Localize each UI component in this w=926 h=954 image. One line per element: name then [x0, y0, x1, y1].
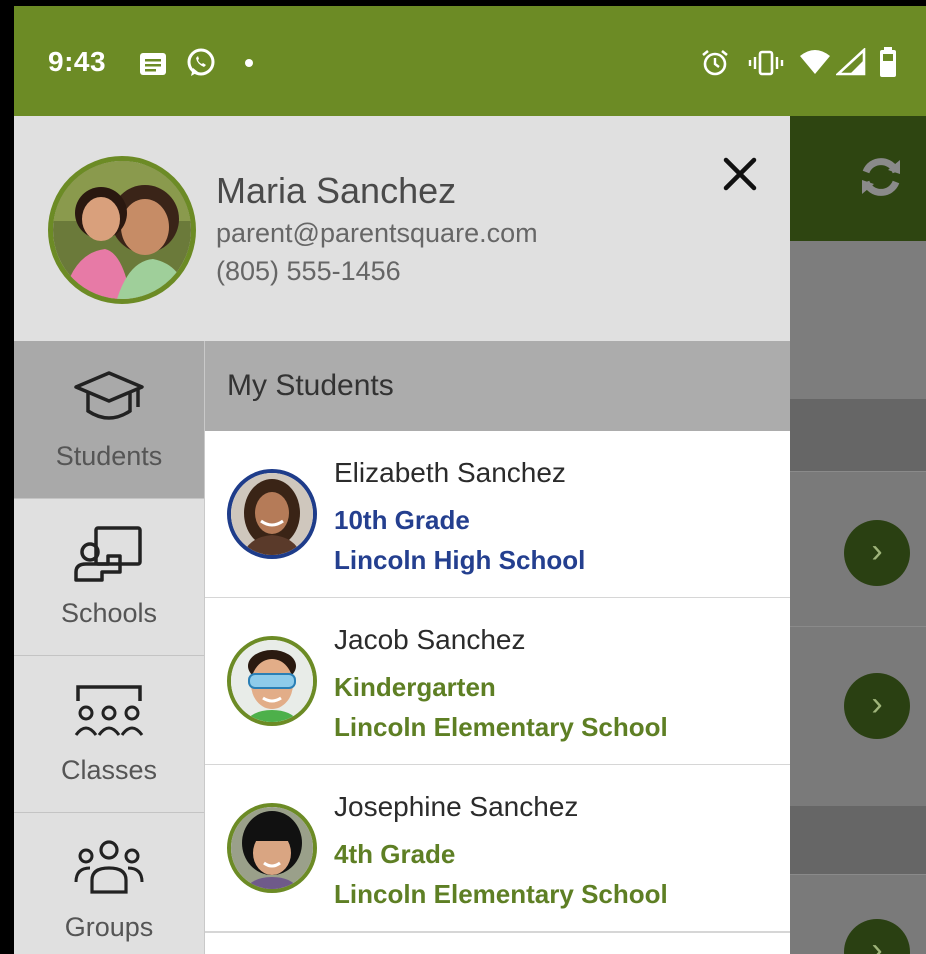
student-row[interactable]: Elizabeth Sanchez 10th Grade Lincoln Hig… — [205, 431, 790, 598]
side-tab-bar: Students Schools Classes Groups — [14, 341, 205, 954]
background-band — [790, 241, 926, 399]
student-avatar — [227, 469, 317, 559]
student-school: Lincoln Elementary School — [334, 879, 668, 909]
student-row[interactable]: Jacob Sanchez Kindergarten Lincoln Eleme… — [205, 598, 790, 765]
background-band — [790, 399, 926, 471]
tab-students[interactable]: Students — [14, 341, 204, 499]
background-band — [790, 806, 926, 874]
whatsapp-icon — [187, 48, 215, 76]
phone-screen: 9:43 › › › Maria Sanchez parent@parentsq… — [14, 6, 926, 954]
navigation-drawer: Maria Sanchez parent@parentsquare.com (8… — [14, 116, 790, 954]
chevron-right-icon[interactable]: › — [844, 919, 910, 954]
list-header: My Students — [205, 341, 790, 431]
profile-email: parent@parentsquare.com — [216, 218, 538, 248]
classroom-icon — [74, 685, 144, 736]
student-avatar — [227, 803, 317, 893]
wifi-icon — [800, 50, 830, 74]
student-name: Josephine Sanchez — [334, 791, 579, 822]
student-grade: Kindergarten — [334, 672, 496, 702]
teacher-board-icon — [74, 526, 142, 582]
profile-name: Maria Sanchez — [216, 170, 457, 211]
tab-groups[interactable]: Groups — [14, 812, 204, 954]
vibrate-icon — [748, 50, 784, 76]
student-row[interactable] — [205, 932, 790, 954]
background-app-header — [790, 116, 926, 241]
status-bar: 9:43 — [14, 6, 926, 116]
student-grade: 4th Grade — [334, 839, 456, 869]
student-grade: 10th Grade — [334, 505, 470, 535]
student-school: Lincoln Elementary School — [334, 712, 668, 742]
chevron-right-icon[interactable]: › — [844, 673, 910, 739]
background-row: › — [790, 874, 926, 954]
status-time: 9:43 — [48, 46, 107, 77]
student-school: Lincoln High School — [334, 545, 586, 575]
graduation-cap-icon — [74, 371, 144, 420]
tab-label: Classes — [60, 755, 158, 785]
message-icon — [140, 53, 166, 75]
refresh-icon[interactable] — [856, 152, 906, 202]
list-title: My Students — [227, 369, 394, 402]
dot-icon — [245, 59, 253, 67]
student-name: Elizabeth Sanchez — [334, 457, 566, 488]
avatar[interactable] — [48, 156, 196, 304]
student-name: Jacob Sanchez — [334, 624, 526, 655]
profile-header: Maria Sanchez parent@parentsquare.com (8… — [14, 116, 790, 341]
chevron-right-icon[interactable]: › — [844, 520, 910, 586]
student-avatar — [227, 636, 317, 726]
tab-classes[interactable]: Classes — [14, 655, 204, 813]
tab-schools[interactable]: Schools — [14, 498, 204, 656]
profile-phone: (805) 555-1456 — [216, 256, 401, 286]
battery-icon — [880, 47, 896, 77]
background-row: › — [790, 471, 926, 627]
group-icon — [74, 840, 144, 894]
signal-icon — [836, 48, 866, 76]
tab-label: Students — [55, 441, 163, 471]
alarm-icon — [702, 49, 728, 76]
tab-label: Groups — [64, 912, 154, 942]
background-row: › — [790, 626, 926, 807]
close-icon[interactable] — [716, 150, 764, 198]
student-row[interactable]: Josephine Sanchez 4th Grade Lincoln Elem… — [205, 765, 790, 932]
tab-label: Schools — [60, 598, 158, 628]
